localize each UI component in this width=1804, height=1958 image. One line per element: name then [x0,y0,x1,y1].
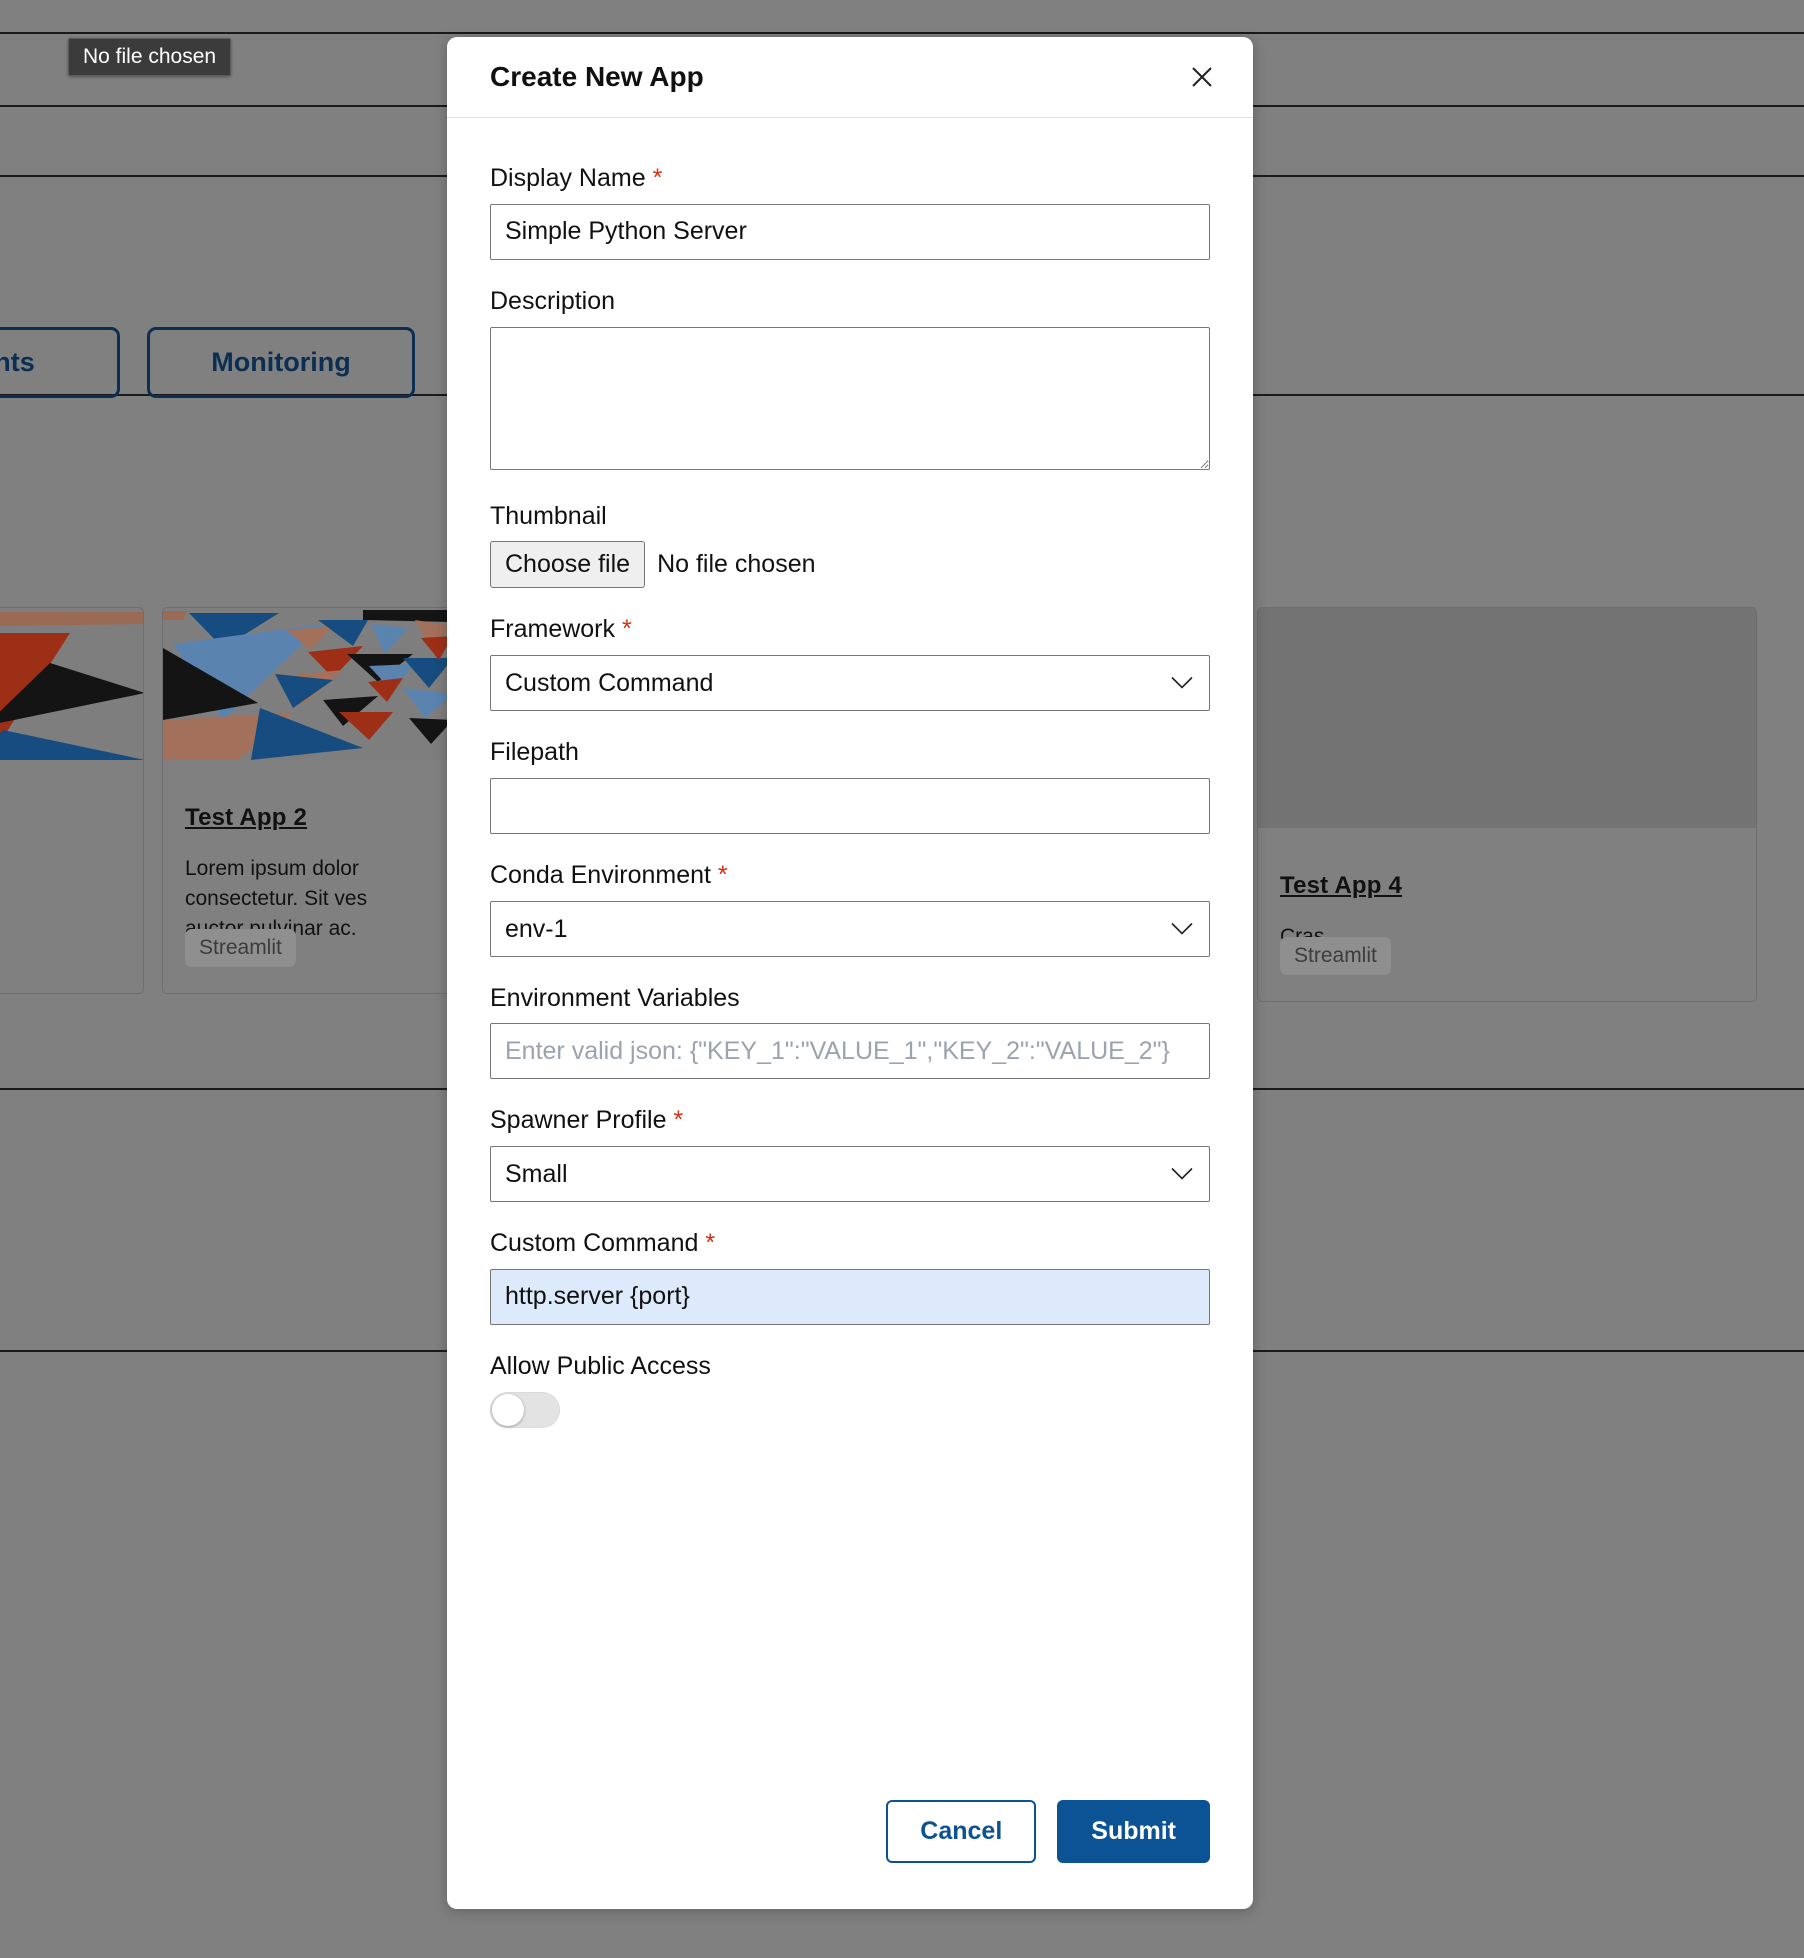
conda-environment-label-text: Conda Environment [490,860,711,889]
app-card-description: t facilisis [0,804,121,864]
framework-select[interactable]: Custom Command [490,655,1210,711]
spawner-profile-label: Spawner Profile * [490,1106,1210,1135]
conda-environment-select[interactable]: env-1 [490,900,1210,957]
modal-footer: Cancel Submit [447,1776,1253,1909]
tab-environments[interactable]: ments [0,327,120,398]
required-indicator: * [705,1229,716,1257]
spawner-profile-select[interactable]: Small [490,1146,1210,1202]
close-icon-glyph [1192,67,1212,87]
description-textarea[interactable] [490,326,1210,470]
toggle-knob [492,1393,524,1426]
description-label-text: Description [490,286,616,315]
app-card-desc-line: t [0,804,121,834]
app-card-framework-badge: Streamlit [185,929,296,967]
app-card-desc-line: Lorem ipsum dolor [185,857,359,880]
modal-title: Create New App [490,61,704,92]
display-name-label: Display Name * [490,164,1210,193]
environment-variables-input[interactable] [490,1023,1210,1080]
allow-public-access-label: Allow Public Access [490,1352,1210,1381]
app-card-body: Test App 2 Lorem ipsum dolor consectetur… [163,760,451,993]
framework-label-text: Framework [490,615,616,644]
thumbnail-label: Thumbnail [490,502,1210,531]
backdrop-tab-bar: ments Monitoring [0,327,415,398]
app-card-thumbnail [0,608,143,760]
spawner-profile-label-text: Spawner Profile [490,1106,667,1135]
required-indicator: * [673,1106,684,1135]
app-card-title[interactable]: Test App 2 [185,804,429,832]
filepath-label-text: Filepath [490,738,579,766]
geometric-art-icon [0,608,143,760]
custom-command-label-text: Custom Command [490,1229,699,1257]
required-indicator: * [621,615,632,644]
file-status-text: No file chosen [657,550,816,579]
field-display-name: Display Name * [490,164,1210,260]
app-card[interactable]: Test App 4 Cras. Streamlit [1257,607,1757,1002]
app-card-grid: t facilisis [0,607,452,994]
environment-variables-label-text: Environment Variables [490,983,740,1012]
required-indicator: * [717,860,728,889]
allow-public-access-toggle[interactable] [490,1391,560,1428]
app-card[interactable]: t facilisis [0,607,144,994]
field-custom-command: Custom Command * [490,1229,1210,1325]
app-card-framework-badge: Streamlit [1280,937,1391,975]
app-card-desc-line: consectetur. Sit ves [185,886,368,910]
display-name-input[interactable] [490,203,1210,260]
field-conda-environment: Conda Environment * env-1 [490,861,1210,957]
cancel-button[interactable]: Cancel [886,1800,1037,1863]
display-name-label-text: Display Name [490,164,646,192]
tab-monitoring-label: Monitoring [211,347,351,377]
field-allow-public-access: Allow Public Access [490,1352,1210,1428]
conda-environment-select-wrap: env-1 [490,900,1210,957]
framework-select-wrap: Custom Command [490,655,1210,711]
spawner-profile-select-wrap: Small [490,1146,1210,1202]
required-indicator: * [652,164,663,192]
modal-body: Display Name * Description Thumbnail Cho… [447,118,1253,1776]
custom-command-input[interactable] [490,1268,1210,1325]
backdrop-divider [0,32,1804,34]
filepath-label: Filepath [490,738,1210,767]
close-icon[interactable] [1179,54,1225,100]
app-card-body: Test App 4 Cras. Streamlit [1258,828,1756,1001]
choose-file-button[interactable]: Choose file [490,541,646,589]
app-card-body: t facilisis [0,760,143,993]
tab-environments-label: ments [0,347,35,377]
filepath-input[interactable] [490,777,1210,834]
submit-button[interactable]: Submit [1057,1800,1210,1863]
field-framework: Framework * Custom Command [490,615,1210,711]
modal-header: Create New App [447,37,1253,118]
environment-variables-label: Environment Variables [490,984,1210,1013]
conda-environment-label: Conda Environment * [490,861,1210,890]
tab-monitoring[interactable]: Monitoring [147,327,415,398]
app-card-thumbnail [1258,608,1756,828]
field-filepath: Filepath [490,738,1210,834]
field-thumbnail: Thumbnail Choose file No file chosen [490,502,1210,589]
thumbnail-label-text: Thumbnail [490,501,607,530]
create-new-app-modal: Create New App Display Name * Descriptio… [447,37,1253,1909]
app-card-title[interactable]: Test App 4 [1280,872,1734,900]
geometric-art-icon [163,608,451,760]
custom-command-label: Custom Command * [490,1229,1210,1258]
app-card[interactable]: Test App 2 Lorem ipsum dolor consectetur… [162,607,452,994]
thumbnail-file-row: Choose file No file chosen [490,541,1210,589]
allow-public-access-label-text: Allow Public Access [490,1351,711,1380]
field-description: Description [490,287,1210,475]
field-spawner-profile: Spawner Profile * Small [490,1106,1210,1202]
app-card-thumbnail [163,608,451,760]
app-card-desc-line: facilisis [0,834,121,864]
framework-label: Framework * [490,615,1210,644]
field-environment-variables: Environment Variables [490,984,1210,1080]
file-input-tooltip: No file chosen [68,38,232,76]
description-label: Description [490,287,1210,316]
